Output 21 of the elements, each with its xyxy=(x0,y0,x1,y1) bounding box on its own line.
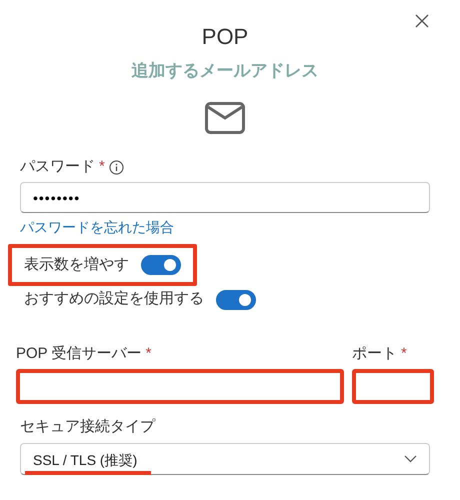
toggle-label: 表示数を増やす xyxy=(24,254,129,275)
required-mark: * xyxy=(99,156,105,177)
toggle-switch[interactable] xyxy=(216,290,256,310)
port-field[interactable] xyxy=(352,369,434,404)
chevron-down-icon xyxy=(404,454,417,463)
required-mark: * xyxy=(146,344,152,364)
field-label: パスワード xyxy=(20,156,95,177)
toggle-switch[interactable] xyxy=(141,255,181,276)
server-field[interactable] xyxy=(16,369,344,404)
required-mark: * xyxy=(401,344,407,364)
subtitle: 追加するメールアドレス xyxy=(130,60,320,82)
security-type-dropdown[interactable]: SSL / TLS (推奨) xyxy=(20,442,430,475)
field-label: ポート xyxy=(352,344,397,364)
dialog-title: POP xyxy=(200,24,250,50)
info-icon[interactable] xyxy=(108,160,124,175)
field-label: セキュア接続タイプ xyxy=(20,417,156,438)
mail-icon xyxy=(205,102,245,134)
toggle-label: おすすめの設定を使用する xyxy=(24,289,204,310)
forgot-password-link[interactable]: パスワードを忘れた場合 xyxy=(20,217,174,238)
password-field[interactable]: •••••••• xyxy=(20,182,430,214)
field-label: POP 受信サーバー xyxy=(16,344,142,364)
